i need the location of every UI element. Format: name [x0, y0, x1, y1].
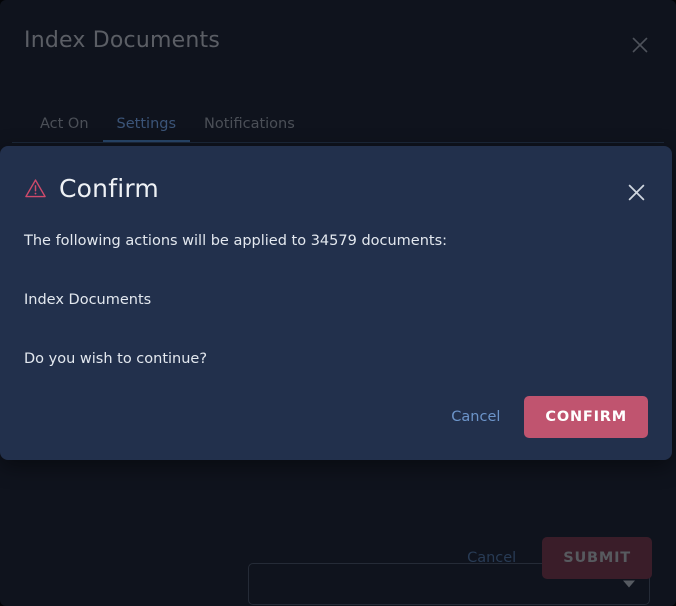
tab-bar: Act On Settings Notifications — [24, 108, 309, 142]
tab-settings-label: Settings — [116, 116, 177, 132]
confirm-cancel-button[interactable]: Cancel — [443, 403, 508, 431]
confirm-dialog-actions: Cancel CONFIRM — [443, 396, 648, 438]
tab-notifications[interactable]: Notifications — [190, 116, 309, 142]
confirm-message-question: Do you wish to continue? — [24, 350, 208, 367]
warning-triangle-icon — [25, 179, 46, 198]
tab-notifications-label: Notifications — [204, 116, 295, 132]
close-icon[interactable] — [628, 33, 652, 57]
tab-settings[interactable]: Settings — [102, 116, 191, 142]
page-title: Index Documents — [24, 28, 220, 53]
confirm-accept-button[interactable]: CONFIRM — [524, 396, 648, 438]
close-icon[interactable] — [624, 180, 648, 204]
confirm-dialog-body: The following actions will be applied to… — [24, 232, 648, 369]
tab-act-on-label: Act On — [40, 116, 89, 132]
modal-header: Index Documents — [0, 0, 676, 90]
confirm-dialog: Confirm The following actions will be ap… — [0, 146, 672, 460]
confirm-message-summary: The following actions will be applied to… — [24, 233, 448, 249]
submit-button[interactable]: SUBMIT — [542, 537, 652, 579]
cancel-button[interactable]: Cancel — [459, 544, 524, 572]
tab-act-on[interactable]: Act On — [24, 116, 103, 142]
chevron-down-icon — [623, 580, 635, 588]
confirm-action-item: Index Documents — [24, 291, 152, 308]
modal-footer: Cancel SUBMIT — [459, 537, 652, 579]
confirm-dialog-title: Confirm — [59, 174, 159, 203]
confirm-dialog-header: Confirm — [24, 174, 159, 203]
